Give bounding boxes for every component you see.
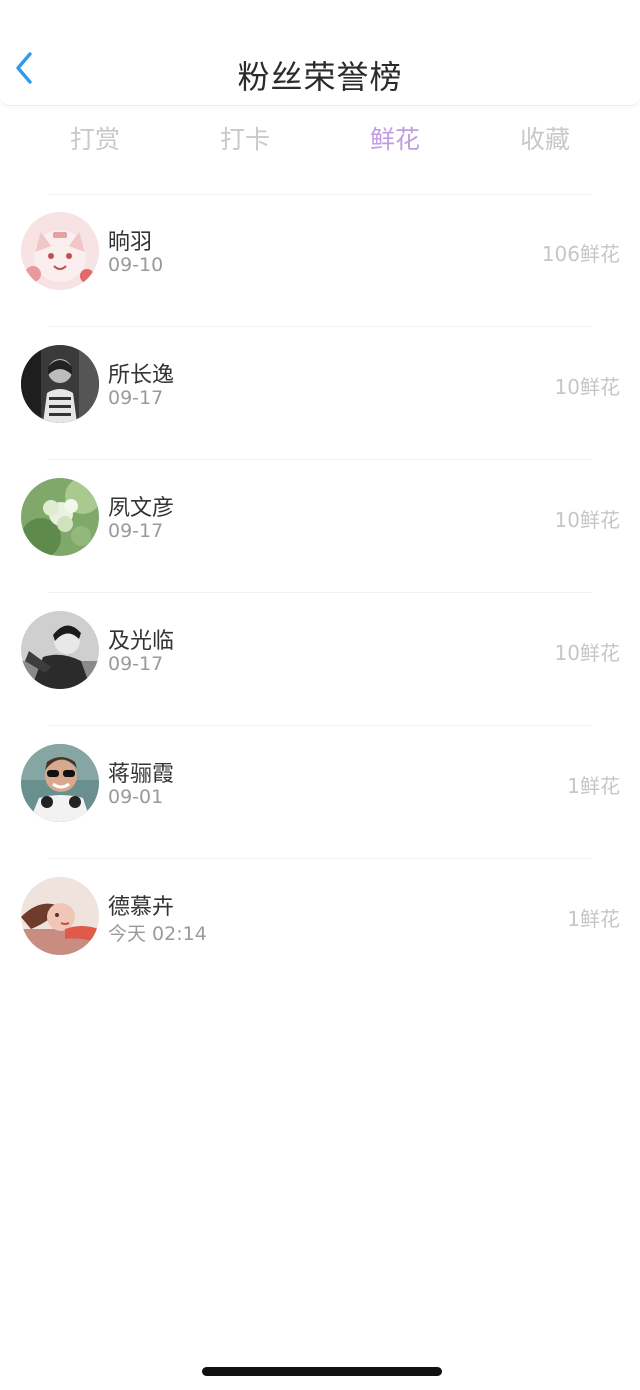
man-sunglasses-avatar: [21, 744, 99, 822]
fan-name: 夙文彦: [108, 496, 175, 521]
tab-flowers[interactable]: 鲜花: [320, 118, 470, 162]
green-flower-avatar: [21, 478, 99, 556]
list-item[interactable]: 蒋骊霞 09-01 1鲜花: [0, 726, 640, 859]
home-indicator[interactable]: [202, 1367, 442, 1376]
bw-man-avatar: [21, 611, 99, 689]
flower-count: 1鲜花: [567, 774, 620, 798]
tab-reward[interactable]: 打赏: [20, 118, 170, 162]
fan-name: 所长逸: [108, 363, 175, 388]
tab-bar: 打赏 打卡 鲜花 收藏: [20, 118, 620, 162]
cartoon-cat-avatar: [21, 212, 99, 290]
list-item[interactable]: 晌羽 09-10 106鲜花: [0, 194, 640, 327]
fan-name: 晌羽: [108, 230, 153, 255]
flower-count: 10鲜花: [554, 641, 620, 665]
woman-lying-avatar: [21, 877, 99, 955]
list-item[interactable]: 所长逸 09-17 10鲜花: [0, 327, 640, 460]
bw-portrait-avatar: [21, 345, 99, 423]
fan-date: 09-17: [108, 653, 164, 675]
fan-date: 09-01: [108, 786, 164, 808]
fan-date: 今天 02:14: [108, 923, 207, 945]
fan-name: 德慕卉: [108, 895, 175, 920]
tab-favorites[interactable]: 收藏: [470, 118, 620, 162]
list-item[interactable]: 及光临 09-17 10鲜花: [0, 593, 640, 726]
fan-date: 09-17: [108, 520, 164, 542]
flower-count: 10鲜花: [554, 508, 620, 532]
list-item[interactable]: 夙文彦 09-17 10鲜花: [0, 460, 640, 593]
fan-date: 09-10: [108, 254, 164, 276]
page-title: 粉丝荣誉榜: [237, 58, 403, 96]
nav-bar: 粉丝荣誉榜: [0, 30, 640, 106]
fan-honor-page: 粉丝荣誉榜 打赏 打卡 鲜花 收藏 晌羽 09-10 106鲜花 所长逸 09-…: [0, 0, 640, 1390]
fan-date: 09-17: [108, 387, 164, 409]
fan-name: 蒋骊霞: [108, 762, 175, 787]
tab-checkin[interactable]: 打卡: [170, 118, 320, 162]
fan-name: 及光临: [108, 629, 175, 654]
flower-count: 1鲜花: [567, 907, 620, 931]
flower-count: 10鲜花: [554, 375, 620, 399]
flower-count: 106鲜花: [541, 242, 620, 266]
list-item[interactable]: 德慕卉 今天 02:14 1鲜花: [0, 859, 640, 992]
